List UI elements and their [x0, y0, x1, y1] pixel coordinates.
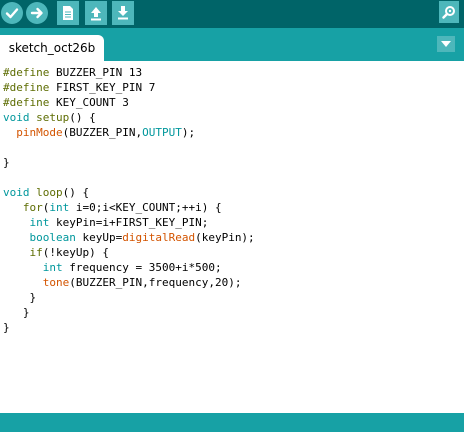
tab-bar: sketch_oct26b	[0, 28, 464, 61]
code-line: int frequency = 3500+i*500;	[3, 260, 255, 275]
code-token: for	[22, 201, 43, 214]
code-line: void loop() {	[3, 185, 255, 200]
code-line: #define KEY_COUNT 3	[3, 95, 255, 110]
code-token: digitalRead	[122, 231, 196, 244]
verify-icon	[5, 8, 19, 19]
status-bar	[0, 413, 464, 432]
code-token: void	[3, 111, 30, 124]
serial-monitor-button[interactable]	[439, 1, 459, 23]
code-line: }	[3, 290, 255, 305]
code-token: }	[3, 306, 30, 319]
new-sketch-button[interactable]	[57, 1, 79, 25]
open-sketch-button[interactable]	[85, 1, 107, 25]
toolbar	[0, 0, 464, 28]
code-token: (!keyUp) {	[42, 246, 109, 259]
chevron-down-icon	[441, 41, 451, 47]
code-line: boolean keyUp=digitalRead(keyPin);	[3, 230, 255, 245]
code-token: keyPin=i+FIRST_KEY_PIN;	[49, 216, 209, 229]
code-token: }	[3, 321, 10, 334]
code-token: #define	[3, 96, 50, 109]
code-token: KEY_COUNT 3	[49, 96, 129, 109]
code-token: (BUZZER_PIN,	[62, 126, 143, 139]
code-token: #define	[3, 66, 50, 79]
code-token: keyUp=	[75, 231, 123, 244]
code-token: setup	[36, 111, 70, 124]
code-token: );	[181, 126, 196, 139]
code-token: loop	[36, 186, 63, 199]
serial-monitor-icon	[442, 6, 455, 19]
code-line: tone(BUZZER_PIN,frequency,20);	[3, 275, 255, 290]
tab-label: sketch_oct26b	[8, 41, 96, 55]
code-token: int	[29, 216, 50, 229]
code-token: () {	[69, 111, 96, 124]
code-token: (BUZZER_PIN,frequency,20);	[69, 276, 242, 289]
code-token: if	[29, 246, 43, 259]
code-line: if(!keyUp) {	[3, 245, 255, 260]
code-line: int keyPin=i+FIRST_KEY_PIN;	[3, 215, 255, 230]
code-token: boolean	[29, 231, 76, 244]
code-token: }	[3, 291, 37, 304]
code-token: #define	[3, 81, 50, 94]
code-line: }	[3, 155, 255, 170]
code-token: FIRST_KEY_PIN 7	[49, 81, 156, 94]
tab-menu-button[interactable]	[437, 36, 455, 52]
code-text: #define BUZZER_PIN 13 #define FIRST_KEY_P…	[3, 65, 255, 335]
code-line: }	[3, 320, 255, 335]
code-editor[interactable]: #define BUZZER_PIN 13 #define FIRST_KEY_P…	[0, 61, 464, 413]
code-token: (keyPin);	[195, 231, 255, 244]
code-token: int	[42, 261, 63, 274]
code-token: () {	[62, 186, 90, 199]
code-line: #define FIRST_KEY_PIN 7	[3, 80, 255, 95]
code-token: pinMode	[16, 126, 63, 139]
save-icon	[118, 6, 128, 20]
code-token: i=0;i<KEY_COUNT;++i) {	[69, 201, 222, 214]
code-token: OUTPUT	[142, 126, 182, 139]
new-icon	[63, 6, 73, 20]
code-token: int	[49, 201, 70, 214]
code-token: BUZZER_PIN 13	[49, 66, 143, 79]
code-token: void	[3, 186, 30, 199]
open-icon	[91, 7, 101, 21]
code-token: tone	[42, 276, 70, 289]
tab-sketch[interactable]: sketch_oct26b	[0, 35, 104, 61]
upload-button[interactable]	[26, 2, 48, 24]
code-line: #define BUZZER_PIN 13	[3, 65, 255, 80]
code-line: }	[3, 305, 255, 320]
save-sketch-button[interactable]	[112, 1, 134, 25]
code-token: frequency = 3500+i*500;	[62, 261, 222, 274]
code-token: }	[3, 156, 10, 169]
code-line: for(int i=0;i<KEY_COUNT;++i) {	[3, 200, 255, 215]
verify-button[interactable]	[1, 2, 23, 24]
code-line: void setup() {	[3, 110, 255, 125]
upload-icon	[30, 7, 43, 19]
code-line: pinMode(BUZZER_PIN,OUTPUT);	[3, 125, 255, 140]
